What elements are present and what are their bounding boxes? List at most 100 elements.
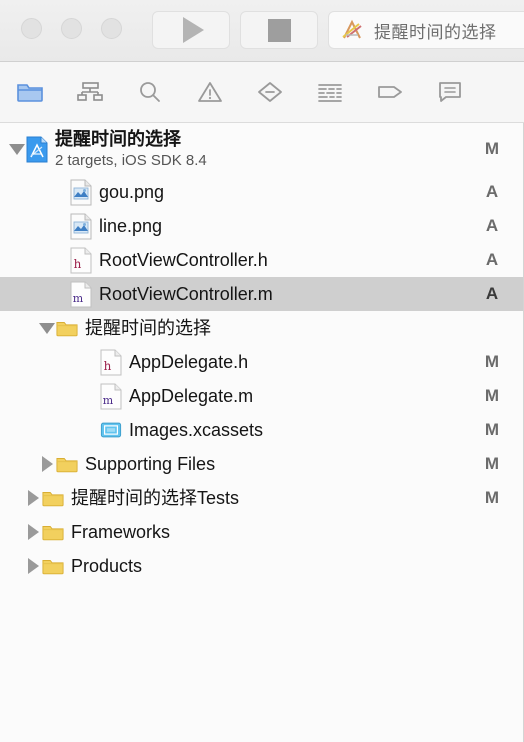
tree-row-label: 提醒时间的选择 (55, 129, 181, 149)
yellow-folder-icon (42, 519, 64, 545)
play-icon (183, 17, 204, 43)
app-scheme-icon (339, 18, 365, 42)
status-badge: M (484, 488, 500, 507)
tree-row-label: 提醒时间的选择Tests (71, 488, 240, 508)
warning-triangle-icon (196, 80, 224, 104)
tree-row-label: AppDelegate.m (129, 386, 254, 406)
tree-row-label: 提醒时间的选择 (85, 318, 211, 338)
status-badge: M (484, 386, 500, 405)
yellow-folder-icon (56, 315, 78, 341)
sidebar-item-issue-navigator[interactable] (180, 70, 240, 114)
chevron-down-icon[interactable] (8, 143, 26, 155)
implementation-file-icon: m (70, 281, 92, 307)
sidebar-item-report-navigator[interactable] (420, 70, 480, 114)
sidebar-item-find-navigator[interactable] (120, 70, 180, 114)
xcode-window: 提醒时间的选择 提醒时间的选择 2 targets, iOS SDK 8.4 M… (0, 0, 524, 742)
tree-row-labels: Products (71, 555, 469, 577)
tree-row[interactable]: Images.xcassets M (0, 413, 523, 447)
png-image-icon (70, 213, 92, 239)
tree-row-labels: AppDelegate.h (129, 351, 469, 373)
svg-text:m: m (103, 394, 114, 407)
tree-row-labels: RootViewController.h (99, 249, 469, 271)
tree-row[interactable]: m AppDelegate.m M (0, 379, 523, 413)
status-badge: M (484, 420, 500, 439)
tree-row-label: AppDelegate.h (129, 352, 249, 372)
yellow-folder-icon (42, 485, 64, 511)
tree-row[interactable]: 提醒时间的选择Tests M (0, 481, 523, 515)
tree-row[interactable]: 提醒时间的选择 (0, 311, 523, 345)
sidebar-item-debug-navigator[interactable] (300, 70, 360, 114)
status-badge: A (485, 182, 499, 201)
tree-row-label: Products (71, 556, 143, 576)
window-titlebar: 提醒时间的选择 (0, 0, 524, 62)
debug-lines-icon (316, 80, 344, 104)
tree-row-labels: Images.xcassets (129, 419, 469, 441)
status-badge: A (485, 284, 499, 303)
sidebar-item-project-navigator[interactable] (0, 70, 60, 114)
tree-row-labels: 提醒时间的选择Tests (71, 487, 469, 509)
comment-bubble-icon (436, 80, 464, 104)
chevron-right-icon[interactable] (24, 524, 42, 540)
tree-row[interactable]: m RootViewController.m A (0, 277, 523, 311)
tree-row-label: RootViewController.m (99, 284, 273, 304)
minimize-button[interactable] (61, 18, 82, 39)
scheme-name: 提醒时间的选择 (374, 22, 497, 42)
yellow-folder-icon (56, 451, 78, 477)
tree-row-label: line.png (99, 216, 163, 236)
chevron-down-icon[interactable] (38, 322, 56, 334)
svg-text:h: h (74, 257, 82, 271)
diamond-icon (256, 80, 284, 104)
tree-row-subtitle: 2 targets, iOS SDK 8.4 (55, 152, 207, 169)
tree-row-labels: Frameworks (71, 521, 469, 543)
tree-row[interactable]: gou.png A (0, 175, 523, 209)
tree-row-labels: RootViewController.m (99, 283, 469, 305)
tree-row-label: RootViewController.h (99, 250, 268, 270)
scheme-selector[interactable]: 提醒时间的选择 (328, 11, 524, 49)
tree-row-labels: 提醒时间的选择 (85, 317, 469, 339)
tree-row[interactable]: Frameworks (0, 515, 523, 549)
tree-row-labels: gou.png (99, 181, 469, 203)
hierarchy-icon (76, 80, 104, 104)
tree-row-labels: 提醒时间的选择 2 targets, iOS SDK 8.4 (55, 128, 469, 170)
tree-row-label: Images.xcassets (129, 420, 264, 440)
project-navigator-tree[interactable]: 提醒时间的选择 2 targets, iOS SDK 8.4 M gou.png A … (0, 123, 524, 742)
xcassets-icon (100, 417, 122, 443)
tree-row[interactable]: Supporting Files M (0, 447, 523, 481)
chevron-right-icon[interactable] (24, 558, 42, 574)
svg-text:h: h (104, 359, 112, 373)
tree-row-labels: Supporting Files (85, 453, 469, 475)
tree-row-label: gou.png (99, 182, 165, 202)
chevron-right-icon[interactable] (38, 456, 56, 472)
status-badge: A (485, 250, 499, 269)
status-badge: A (485, 216, 499, 235)
status-badge: M (484, 352, 500, 371)
xcode-project-icon (26, 136, 48, 162)
sidebar-item-breakpoint-navigator[interactable] (360, 70, 420, 114)
tree-row[interactable]: h RootViewController.h A (0, 243, 523, 277)
tree-row[interactable]: 提醒时间的选择 2 targets, iOS SDK 8.4 M (0, 123, 523, 175)
sidebar-item-symbol-navigator[interactable] (60, 70, 120, 114)
stop-icon (267, 18, 291, 42)
run-button[interactable] (152, 11, 230, 49)
tree-row[interactable]: line.png A (0, 209, 523, 243)
tree-row-labels: line.png (99, 215, 469, 237)
header-file-icon: h (70, 247, 92, 273)
close-button[interactable] (21, 18, 42, 39)
yellow-folder-icon (42, 553, 64, 579)
traffic-lights (21, 18, 122, 39)
navigator-tab-bar (0, 62, 524, 123)
search-icon (136, 80, 164, 104)
sidebar-item-test-navigator[interactable] (240, 70, 300, 114)
stop-button[interactable] (240, 11, 318, 49)
tree-row-label: Frameworks (71, 522, 171, 542)
tree-row[interactable]: Products (0, 549, 523, 583)
breakpoint-tag-icon (376, 80, 404, 104)
svg-text:m: m (73, 292, 84, 305)
status-badge: M (484, 139, 500, 158)
chevron-right-icon[interactable] (24, 490, 42, 506)
zoom-button[interactable] (101, 18, 122, 39)
status-badge: M (484, 454, 500, 473)
tree-row-label: Supporting Files (85, 454, 216, 474)
tree-row-labels: AppDelegate.m (129, 385, 469, 407)
tree-row[interactable]: h AppDelegate.h M (0, 345, 523, 379)
